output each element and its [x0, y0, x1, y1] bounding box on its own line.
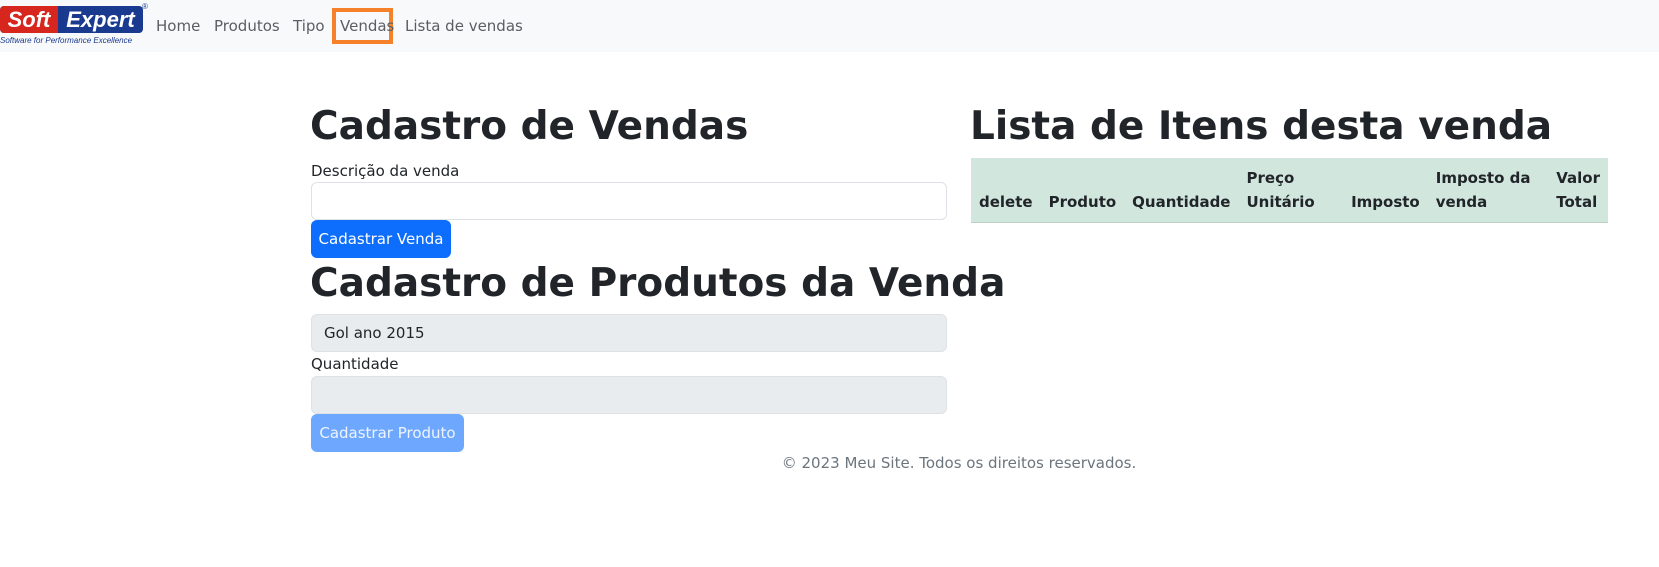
- logo-box: Soft Expert: [0, 6, 143, 33]
- column-header-quantidade: Quantidade: [1124, 158, 1239, 223]
- logo-text-soft: Soft: [0, 6, 58, 33]
- column-header-delete: delete: [971, 158, 1041, 223]
- nav-link-lista-de-vendas[interactable]: Lista de vendas: [405, 16, 523, 36]
- sale-form-title: Cadastro de Vendas: [310, 104, 749, 149]
- logo-text-expert: Expert: [66, 7, 135, 32]
- column-header-preco-unitario: Preço Unitário: [1238, 158, 1344, 223]
- column-header-produto: Produto: [1040, 158, 1125, 223]
- nav-link-produtos[interactable]: Produtos: [214, 16, 280, 36]
- sale-description-input[interactable]: [311, 182, 947, 220]
- register-sale-button[interactable]: Cadastrar Venda: [311, 220, 451, 258]
- navbar: Soft Expert ® Software for Performance E…: [0, 0, 1659, 52]
- items-list-title: Lista de Itens desta venda: [970, 104, 1553, 149]
- logo-registered-mark: ®: [142, 2, 148, 11]
- column-header-valor-total: Valor Total: [1548, 158, 1608, 223]
- register-product-button[interactable]: Cadastrar Produto: [311, 414, 464, 452]
- softexpert-logo[interactable]: Soft Expert ® Software for Performance E…: [0, 2, 150, 48]
- nav-link-tipo[interactable]: Tipo: [293, 16, 325, 36]
- column-header-imposto-da-venda: Imposto da venda: [1427, 158, 1549, 223]
- column-header-imposto: Imposto: [1343, 158, 1428, 223]
- sale-description-label: Descrição da venda: [311, 162, 460, 180]
- logo-tagline: Software for Performance Excellence: [0, 36, 133, 45]
- product-select[interactable]: [311, 314, 947, 352]
- footer-copyright: © 2023 Meu Site. Todos os direitos reser…: [781, 454, 1137, 472]
- quantity-label: Quantidade: [311, 355, 399, 373]
- items-table-header-row: delete Produto Quantidade Preço Unitário…: [971, 158, 1608, 223]
- nav-link-home[interactable]: Home: [156, 16, 200, 36]
- items-table: delete Produto Quantidade Preço Unitário…: [971, 158, 1608, 223]
- quantity-input[interactable]: [311, 376, 947, 414]
- product-form-title: Cadastro de Produtos da Venda: [310, 261, 1006, 306]
- nav-link-vendas[interactable]: Vendas: [340, 16, 394, 36]
